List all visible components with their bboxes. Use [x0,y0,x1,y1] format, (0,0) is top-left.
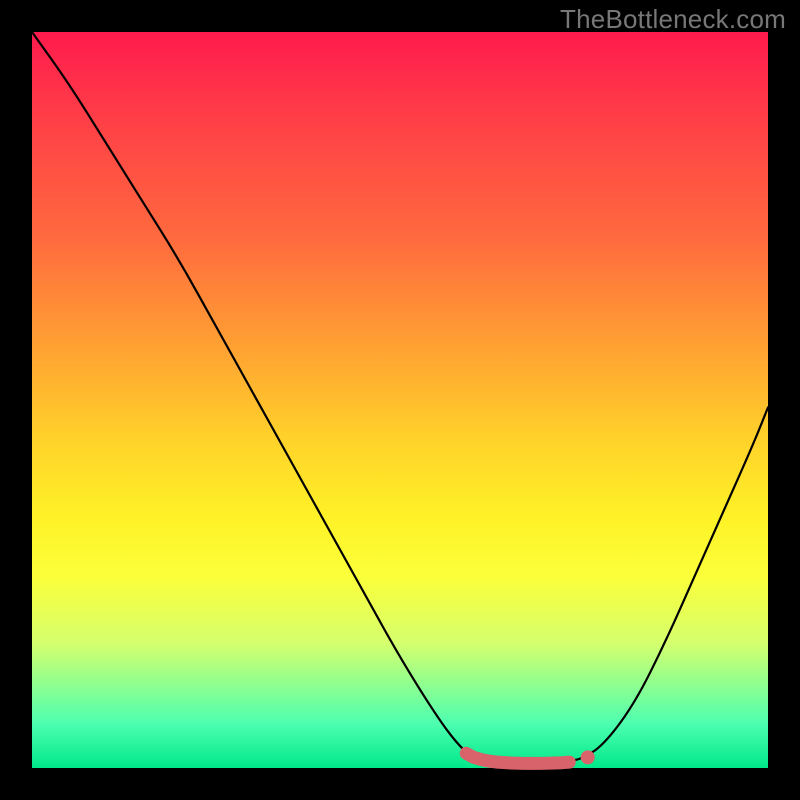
curve-plot [32,32,768,768]
optimal-range-overlay [466,753,569,763]
optimal-range-marker [581,750,595,764]
chart-frame: TheBottleneck.com [0,0,800,800]
mismatch-curve-line [32,32,768,764]
attribution-text: TheBottleneck.com [560,4,786,35]
